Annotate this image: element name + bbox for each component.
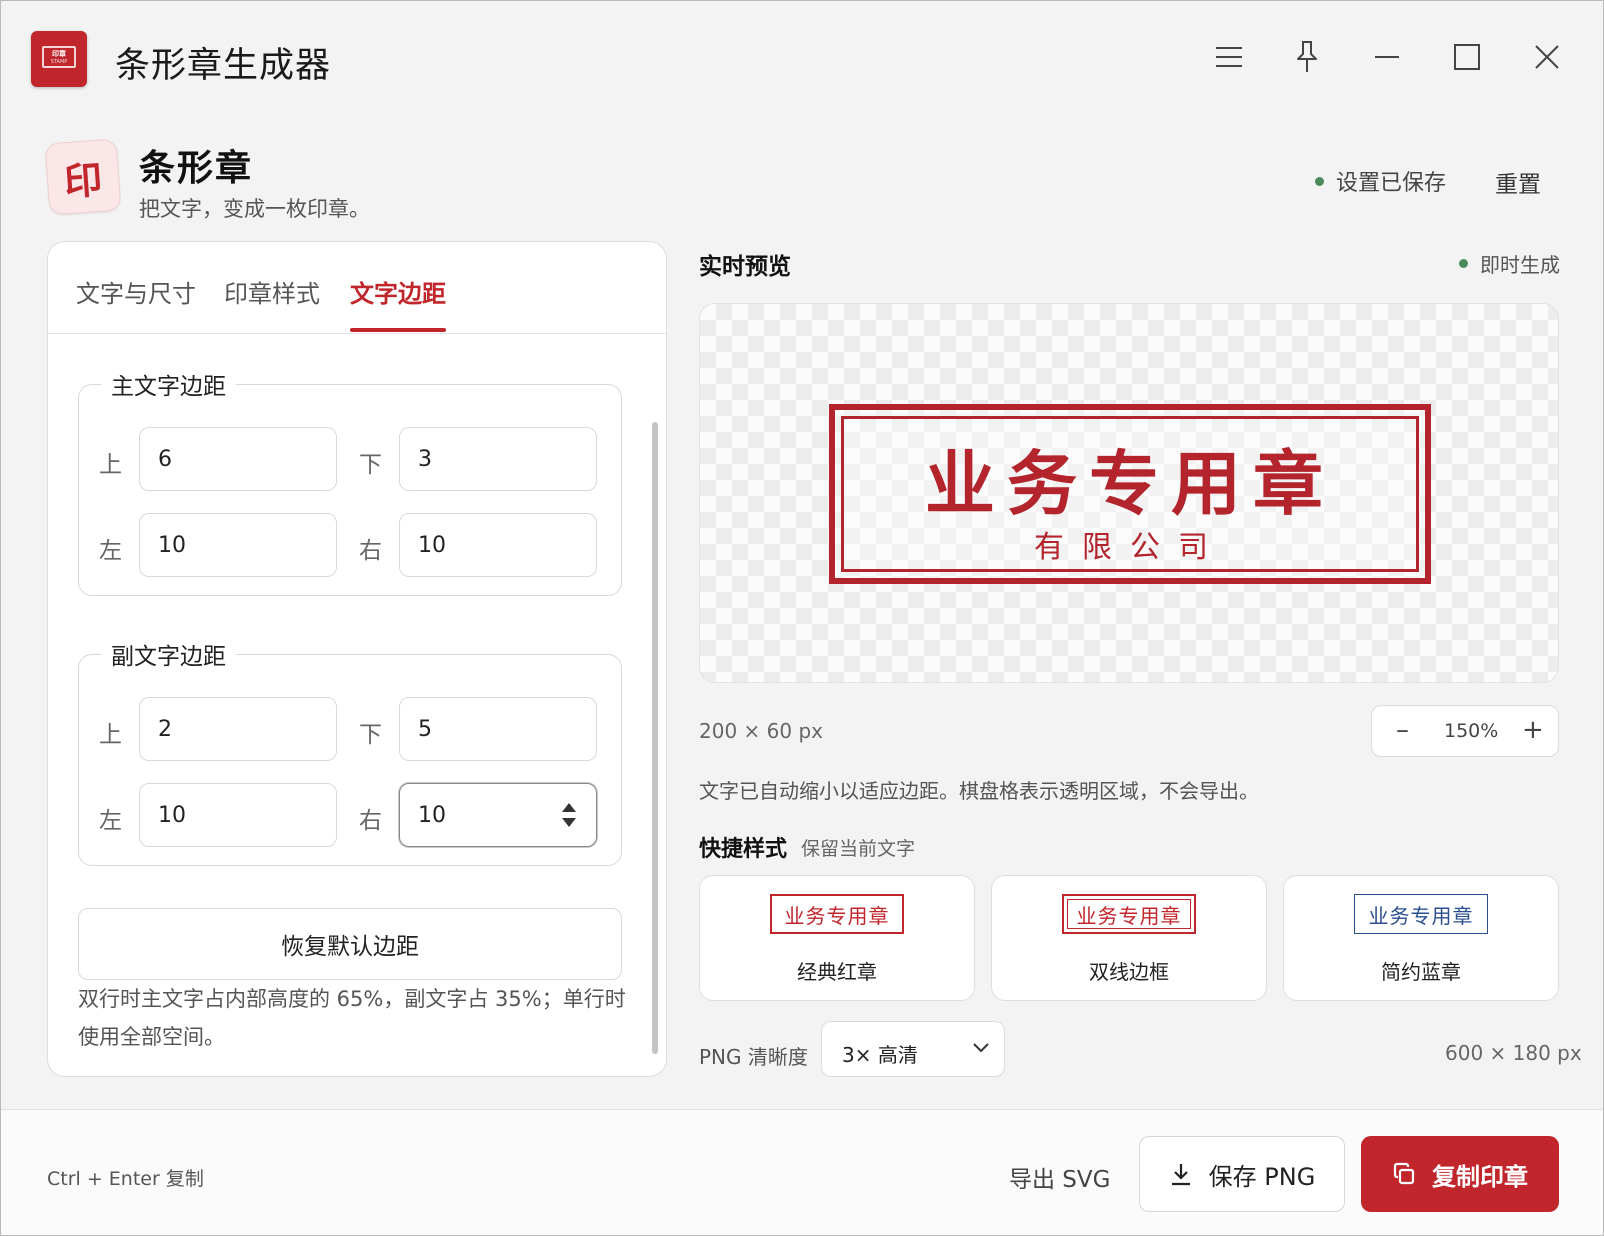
minimize-button[interactable] bbox=[1365, 35, 1409, 79]
classic-red-preview: 业务专用章 bbox=[770, 894, 904, 934]
stamp-preview: 业务专用章 有限公司 bbox=[829, 404, 1431, 584]
tab-text-size[interactable]: 文字与尺寸 bbox=[76, 274, 196, 309]
chevron-down-icon bbox=[973, 1043, 989, 1053]
stamp-logo-glyph: 印 bbox=[62, 156, 104, 204]
sub-padding-group: 副文字边距 上 2 下 5 左 10 右 10 bbox=[78, 637, 622, 866]
simple-blue-label: 简约蓝章 bbox=[1381, 960, 1461, 984]
zoom-in-button[interactable]: + bbox=[1522, 715, 1544, 745]
preview-canvas: 业务专用章 有限公司 bbox=[699, 303, 1559, 683]
stamp-sub-text: 有限公司 bbox=[1034, 530, 1226, 565]
menu-button[interactable] bbox=[1207, 35, 1251, 79]
png-quality-value: 3× 高清 bbox=[842, 1043, 918, 1067]
sub-right-value: 10 bbox=[418, 803, 446, 828]
settings-tabs: 文字与尺寸 印章样式 文字边距 bbox=[48, 242, 666, 334]
sub-top-label: 上 bbox=[99, 722, 122, 748]
save-png-label: 保存 PNG bbox=[1208, 1162, 1316, 1191]
close-button[interactable] bbox=[1525, 35, 1569, 79]
auto-fit-note: 文字已自动缩小以适应边距。棋盘格表示透明区域，不会导出。 bbox=[699, 779, 1259, 803]
tab-text-padding[interactable]: 文字边距 bbox=[350, 274, 446, 309]
pin-icon bbox=[1297, 41, 1317, 72]
double-border-preview: 业务专用章 bbox=[1062, 894, 1196, 934]
window-title: 条形章生成器 bbox=[115, 46, 332, 86]
style-card-classic-red[interactable]: 业务专用章 经典红章 bbox=[699, 875, 975, 1001]
panel-scrollbar[interactable] bbox=[652, 422, 658, 1054]
reset-button[interactable]: 重置 bbox=[1495, 165, 1541, 199]
main-right-label: 右 bbox=[359, 538, 382, 564]
maximize-icon bbox=[1454, 44, 1480, 70]
settings-panel: 文字与尺寸 印章样式 文字边距 主文字边距 上 6 下 3 左 10 右 10 … bbox=[47, 241, 667, 1077]
download-icon bbox=[1171, 1164, 1190, 1186]
main-padding-group: 主文字边距 上 6 下 3 左 10 右 10 bbox=[78, 367, 622, 596]
maximize-button[interactable] bbox=[1445, 35, 1489, 79]
sub-padding-legend: 副文字边距 bbox=[101, 637, 236, 671]
zoom-control: – 150% + bbox=[1371, 705, 1559, 757]
png-quality-select[interactable]: 3× 高清 bbox=[821, 1021, 1005, 1077]
main-left-label: 左 bbox=[99, 538, 122, 564]
main-bottom-input[interactable]: 3 bbox=[399, 427, 597, 491]
save-png-button[interactable]: 保存 PNG bbox=[1139, 1136, 1345, 1212]
style-card-simple-blue[interactable]: 业务专用章 简约蓝章 bbox=[1283, 875, 1559, 1001]
app-icon: 印章 STAMP bbox=[31, 31, 87, 87]
menu-icon bbox=[1216, 47, 1242, 67]
quick-styles-hint: 保留当前文字 bbox=[801, 838, 916, 860]
simple-blue-preview: 业务专用章 bbox=[1354, 894, 1488, 934]
instant-dot-icon bbox=[1459, 259, 1468, 268]
status-dot-icon bbox=[1315, 176, 1324, 186]
sub-top-input[interactable]: 2 bbox=[139, 697, 337, 761]
main-padding-legend: 主文字边距 bbox=[101, 367, 236, 401]
saved-status-label: 设置已保存 bbox=[1336, 171, 1447, 196]
stamp-logo: 印 bbox=[44, 138, 122, 216]
png-quality-label: PNG 清晰度 bbox=[699, 1045, 808, 1069]
tab-stamp-style[interactable]: 印章样式 bbox=[224, 274, 320, 309]
stamp-main-text: 业务专用章 bbox=[925, 442, 1335, 525]
close-icon bbox=[1535, 45, 1559, 69]
sub-bottom-label: 下 bbox=[359, 722, 382, 748]
page-subtitle: 把文字，变成一枚印章。 bbox=[139, 197, 370, 221]
restore-default-padding-button[interactable]: 恢复默认边距 bbox=[78, 908, 622, 980]
instant-label: 即时生成 bbox=[1480, 253, 1560, 277]
app-icon-subtext: STAMP bbox=[50, 59, 68, 65]
pin-button[interactable] bbox=[1285, 35, 1329, 79]
preview-title: 实时预览 bbox=[699, 254, 791, 280]
copy-icon bbox=[1393, 1162, 1415, 1185]
classic-red-label: 经典红章 bbox=[797, 960, 877, 984]
page-title: 条形章 bbox=[139, 148, 254, 189]
main-right-input[interactable]: 10 bbox=[399, 513, 597, 577]
export-svg-button[interactable]: 导出 SVG bbox=[1009, 1160, 1110, 1194]
active-tab-indicator bbox=[350, 328, 446, 332]
instant-status: 即时生成 bbox=[1459, 249, 1560, 278]
sub-left-label: 左 bbox=[99, 808, 122, 834]
zoom-value: 150% bbox=[1444, 720, 1499, 742]
minimize-icon bbox=[1375, 56, 1399, 58]
app-window: 印章 STAMP 条形章生成器 印 条形章 把文字，变成一枚印章。 设置已保存 … bbox=[0, 0, 1604, 1236]
app-icon-text: 印章 bbox=[52, 50, 66, 58]
main-top-label: 上 bbox=[99, 452, 122, 478]
main-bottom-label: 下 bbox=[359, 452, 382, 478]
sub-right-input[interactable]: 10 bbox=[399, 783, 597, 847]
shortcut-hint: Ctrl + Enter 复制 bbox=[47, 1168, 204, 1190]
sub-bottom-input[interactable]: 5 bbox=[399, 697, 597, 761]
saved-status: 设置已保存 bbox=[1315, 165, 1446, 197]
main-top-input[interactable]: 6 bbox=[139, 427, 337, 491]
copy-stamp-button[interactable]: 复制印章 bbox=[1361, 1136, 1559, 1212]
padding-note: 双行时主文字占内部高度的 65%，副文字占 35%；单行时使用全部空间。 bbox=[78, 987, 626, 1049]
sub-left-input[interactable]: 10 bbox=[139, 783, 337, 847]
sub-right-label: 右 bbox=[359, 808, 382, 834]
zoom-out-button[interactable]: – bbox=[1396, 715, 1409, 745]
quick-styles-title: 快捷样式 bbox=[699, 837, 788, 862]
output-size-label: 600 × 180 px bbox=[1445, 1041, 1582, 1065]
double-border-label: 双线边框 bbox=[1089, 960, 1169, 984]
main-left-input[interactable]: 10 bbox=[139, 513, 337, 577]
style-card-double-border[interactable]: 业务专用章 双线边框 bbox=[991, 875, 1267, 1001]
footer-bar: Ctrl + Enter 复制 导出 SVG 保存 PNG 复制印章 bbox=[1, 1109, 1603, 1235]
copy-stamp-label: 复制印章 bbox=[1432, 1162, 1528, 1191]
number-spinner-icon[interactable] bbox=[560, 800, 578, 830]
title-bar: 印章 STAMP 条形章生成器 bbox=[1, 1, 1603, 117]
stamp-size-label: 200 × 60 px bbox=[699, 719, 823, 743]
